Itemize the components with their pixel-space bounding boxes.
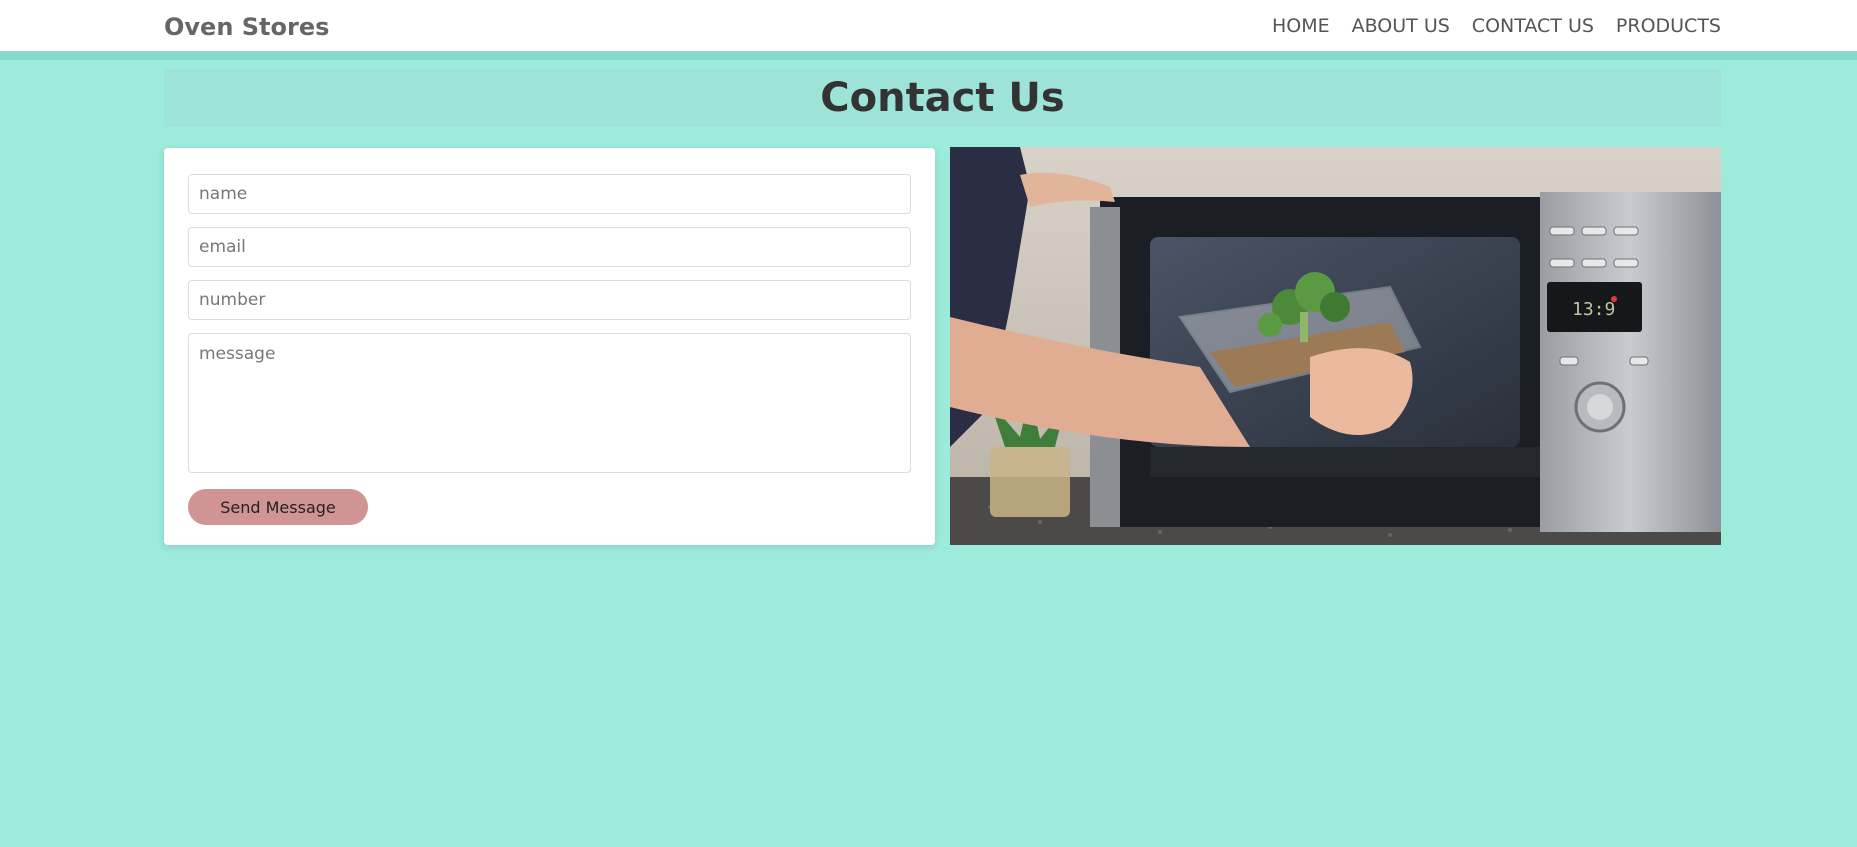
nav-link-products[interactable]: PRODUCTS (1616, 15, 1721, 37)
brand-logo[interactable]: Oven Stores (164, 13, 329, 41)
nav-link-home[interactable]: HOME (1272, 15, 1330, 37)
navbar: Oven Stores HOME ABOUT US CONTACT US PRO… (0, 0, 1857, 60)
svg-text:13:9: 13:9 (1572, 299, 1615, 320)
number-input[interactable] (188, 280, 911, 320)
page-title: Contact Us (820, 75, 1065, 121)
nav-link-contact-us[interactable]: CONTACT US (1472, 15, 1594, 37)
email-input[interactable] (188, 227, 911, 267)
nav-link-about-us[interactable]: ABOUT US (1352, 15, 1450, 37)
name-input[interactable] (188, 174, 911, 214)
send-message-button[interactable]: Send Message (188, 489, 368, 525)
page-title-band: Contact Us (164, 69, 1721, 127)
microwave-photo: 13:9 (950, 147, 1721, 545)
microwave-photo-illustration: 13:9 (950, 147, 1721, 545)
message-textarea[interactable] (188, 333, 911, 473)
contact-form: Send Message (164, 148, 935, 545)
nav-links: HOME ABOUT US CONTACT US PRODUCTS (1272, 15, 1721, 37)
